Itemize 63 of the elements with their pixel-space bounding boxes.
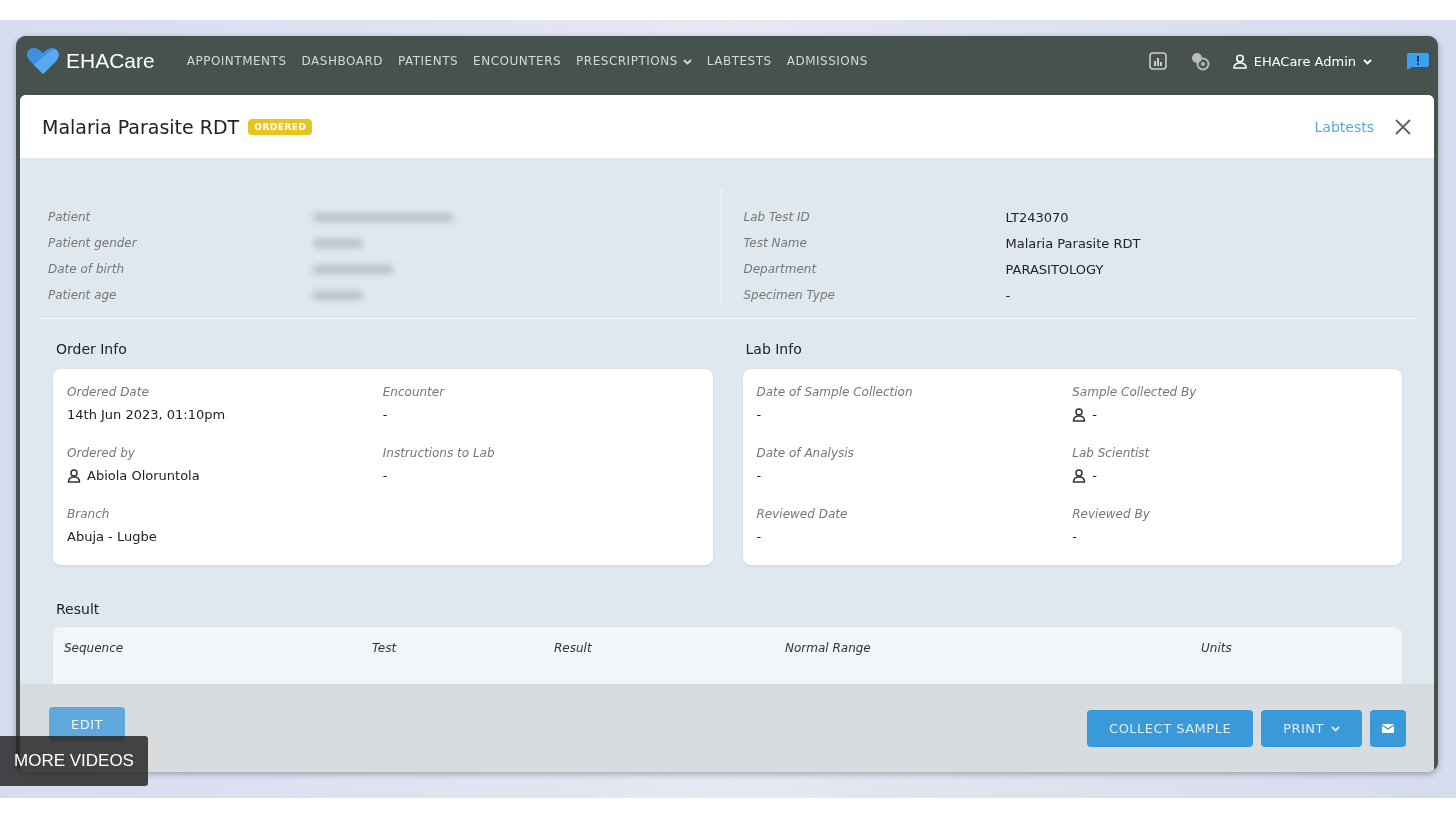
field-label: Date of Analysis: [756, 446, 855, 460]
field-label: Reviewed Date: [756, 507, 849, 521]
heart-logo-icon: [26, 47, 60, 75]
field-label: Instructions to Lab: [382, 446, 496, 460]
alert-chat-icon: [1406, 52, 1430, 70]
user-icon: [1232, 53, 1247, 69]
nav-link[interactable]: ENCOUNTERS: [473, 54, 562, 68]
column-header: Units: [1201, 641, 1233, 657]
field-value: -: [756, 529, 762, 544]
mail-icon: [1382, 723, 1394, 733]
nav-link[interactable]: ADMISSIONS: [786, 54, 868, 68]
field-value: -: [382, 468, 388, 483]
nav-link[interactable]: DASHBOARD: [301, 54, 383, 68]
user-menu[interactable]: EHACare Admin: [1232, 53, 1372, 69]
field-value: -: [1005, 287, 1011, 303]
field-label: Date of birth: [48, 262, 126, 276]
field-label: Patient: [48, 210, 92, 224]
chart-icon: [1148, 52, 1167, 70]
field-value: -: [756, 468, 762, 483]
nav-link[interactable]: PRESCRIPTIONS: [576, 54, 692, 68]
field-label: Date of Sample Collection: [756, 385, 914, 399]
field-value: Abuja - Lugbe: [67, 529, 157, 544]
status-badge: ORDERED: [248, 118, 313, 135]
nav-link[interactable]: LABTESTS: [706, 54, 772, 68]
field-label: Reviewed By: [1072, 507, 1151, 521]
field-label: Ordered Date: [67, 385, 150, 399]
modal-title: Malaria Parasite RDT: [42, 115, 240, 138]
field-label: Specimen Type: [743, 288, 836, 302]
column-header: Sequence: [64, 641, 125, 657]
field-value: -: [756, 407, 762, 422]
nav-link[interactable]: APPOINTMENTS: [186, 54, 287, 68]
field-value: -: [1092, 468, 1097, 483]
field-value: Malaria Parasite RDT: [1005, 235, 1141, 251]
field-label: Lab Test ID: [743, 210, 811, 224]
field-value: Abiola Oloruntola: [87, 468, 200, 483]
column-header: Test: [372, 641, 398, 657]
field-label: Patient gender: [48, 236, 139, 250]
section-title: Result: [56, 601, 101, 617]
field-label: Encounter: [382, 385, 446, 399]
field-label: Test Name: [743, 236, 808, 250]
field-value: PARASITOLOGY: [1005, 261, 1104, 277]
column-header: Result: [554, 641, 593, 657]
brand-name[interactable]: EHACare: [66, 49, 155, 73]
field-value: -: [382, 407, 388, 422]
field-label: Patient age: [48, 288, 118, 302]
caret-icon: [1331, 724, 1340, 732]
field-value: 14th Jun 2023, 01:10pm: [67, 407, 226, 422]
column-header: Normal Range: [785, 641, 872, 657]
field-value: LT243070: [1005, 209, 1069, 225]
field-label: Sample Collected By: [1072, 385, 1198, 399]
field-label: Department: [743, 262, 818, 276]
section-title: Order Info: [56, 341, 128, 357]
caret-icon: [1363, 57, 1372, 65]
nav-link[interactable]: PATIENTS: [397, 54, 459, 68]
field-label: Ordered by: [67, 446, 136, 460]
field-value: -: [1072, 529, 1077, 544]
more-videos-button[interactable]: MORE VIDEOS: [0, 736, 148, 786]
field-label: Branch: [67, 507, 111, 521]
mail-button[interactable]: [1370, 709, 1406, 747]
field-label: Lab Scientist: [1072, 446, 1151, 460]
section-title: Lab Info: [745, 341, 803, 357]
close-icon: [1394, 117, 1412, 136]
field-value: -: [1092, 407, 1097, 422]
